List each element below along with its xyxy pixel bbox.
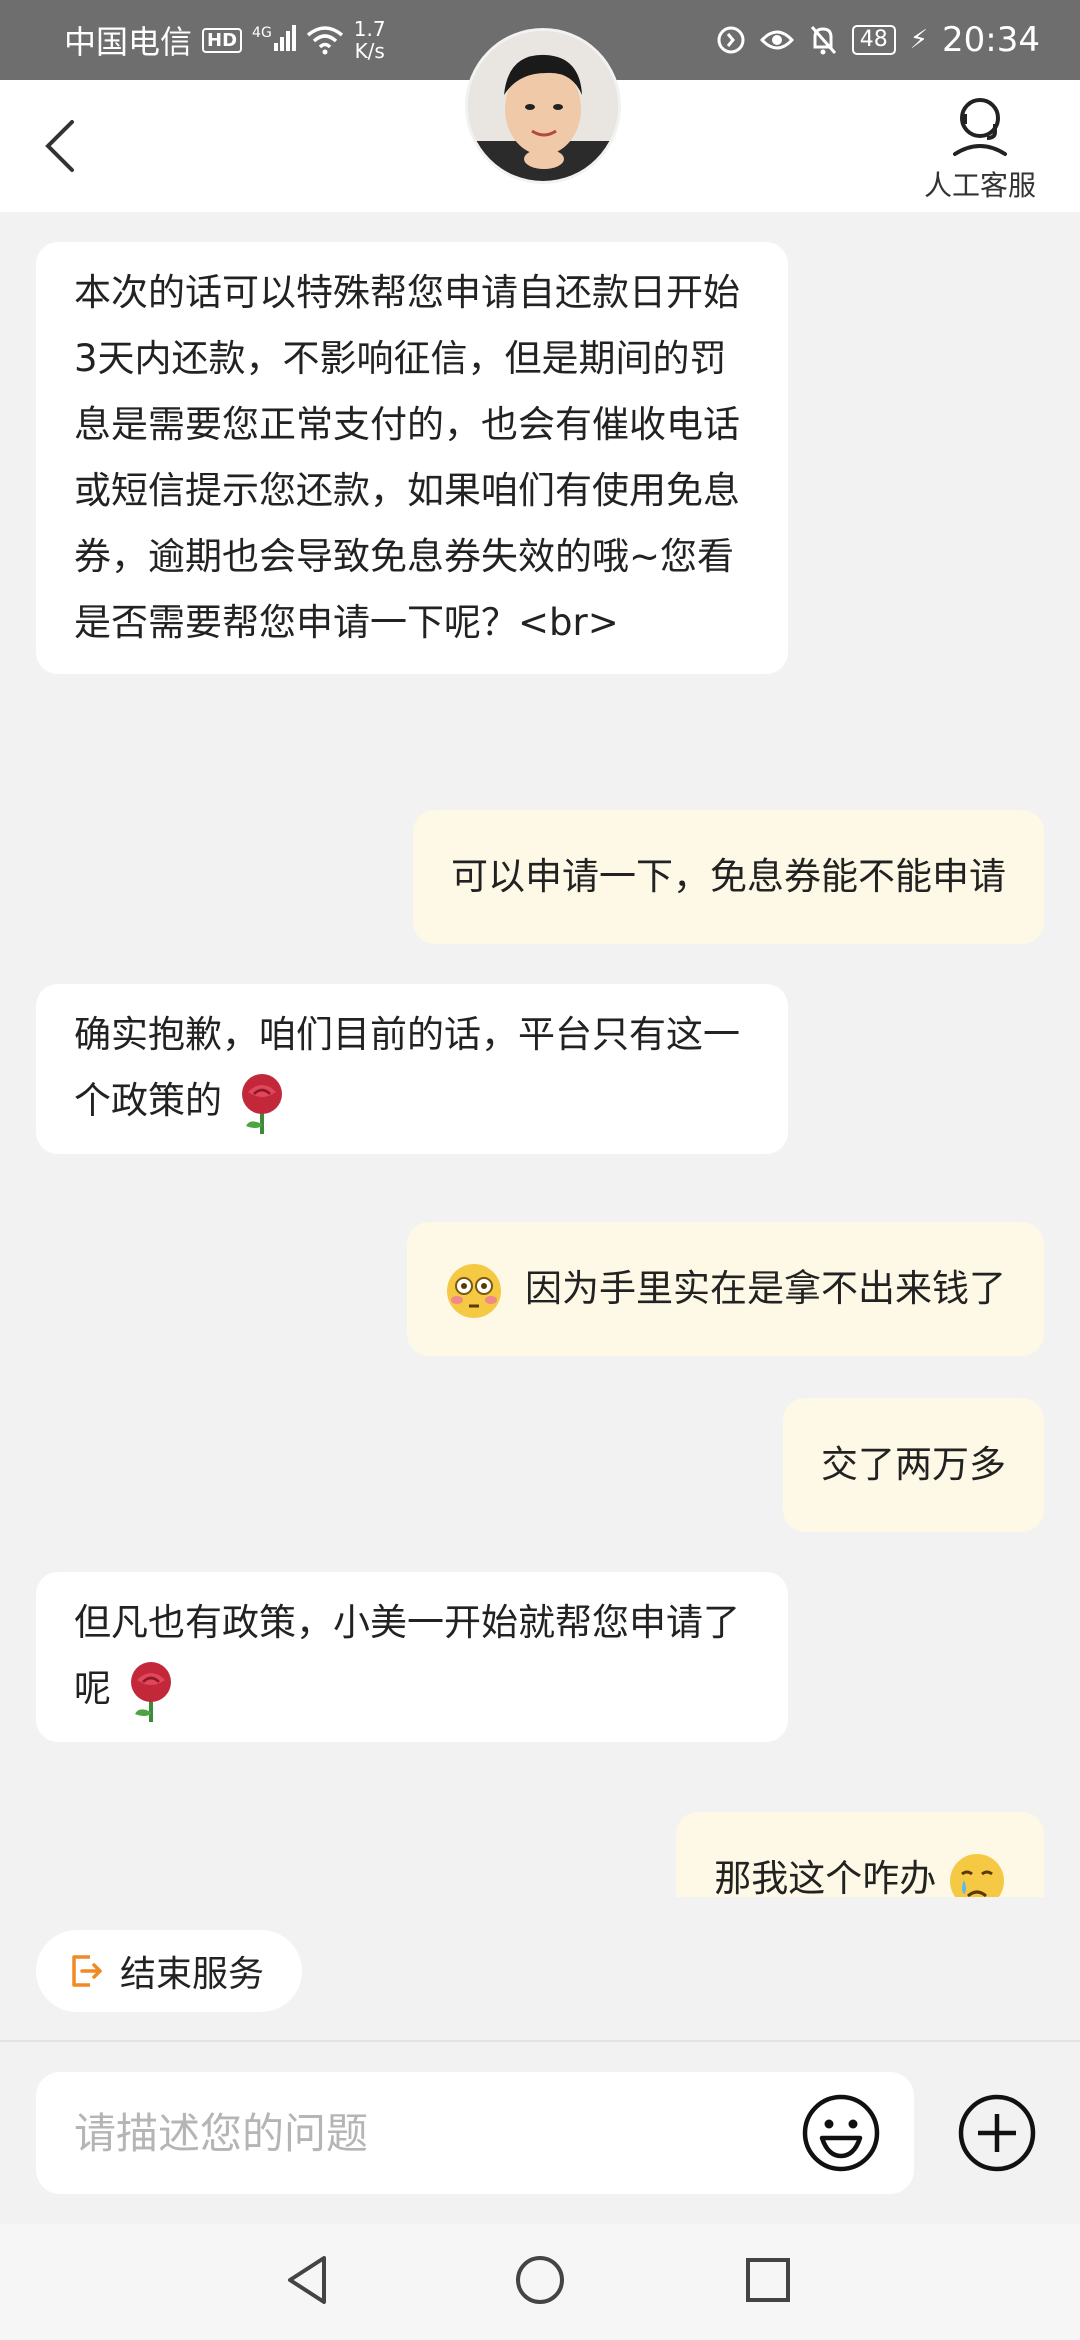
message-text: 本次的话可以特殊帮您申请自还款日开始3天内还款，不影响征信，但是期间的罚息是需要…: [74, 271, 740, 644]
message-text: 那我这个咋办: [714, 1857, 937, 1897]
battery-indicator: 48: [851, 25, 896, 55]
carrier-name: 中国电信: [64, 23, 193, 61]
crying-face-icon: [950, 1853, 1004, 1897]
headset-icon: [953, 98, 1007, 156]
message-text: 确实抱歉，咱们目前的话，平台只有这一个政策的: [74, 1013, 740, 1122]
message-input[interactable]: [36, 2072, 914, 2194]
message-bubble-user: 那我这个咋办: [676, 1812, 1044, 1897]
net-speed: 1.7 K/s: [354, 18, 386, 62]
nav-recents-icon[interactable]: [744, 2256, 792, 2304]
mute-bell-icon: [810, 26, 836, 55]
message-bubble-user: 交了两万多: [783, 1398, 1044, 1532]
data-saver-icon: [717, 26, 745, 54]
signal-tag: 4G: [252, 25, 272, 41]
eye-icon: [759, 30, 794, 50]
chat-list[interactable]: 本次的话可以特殊帮您申请自还款日开始3天内还款，不影响征信，但是期间的罚息是需要…: [0, 212, 1080, 1897]
human-agent-button[interactable]: 人工客服: [910, 94, 1050, 204]
message-text: 可以申请一下，免息券能不能申请: [451, 855, 1006, 898]
agent-avatar[interactable]: [465, 28, 621, 184]
nav-home-icon[interactable]: [514, 2254, 566, 2306]
message-text: 因为手里实在是拿不出来钱了: [525, 1267, 1006, 1310]
rose-icon: [241, 1073, 282, 1134]
end-service-label: 结束服务: [120, 1954, 265, 1995]
end-service-button[interactable]: 结束服务: [36, 1930, 302, 2012]
exit-icon: [72, 1955, 102, 1987]
net-speed-unit: K/s: [354, 39, 385, 63]
nav-back-icon[interactable]: [282, 2252, 332, 2308]
message-bubble-agent: 确实抱歉，咱们目前的话，平台只有这一个政策的: [36, 984, 788, 1154]
message-bubble-user: 因为手里实在是拿不出来钱了: [407, 1222, 1044, 1356]
back-icon[interactable]: [30, 110, 100, 180]
system-nav-bar: [0, 2224, 1080, 2340]
message-bubble-agent: 本次的话可以特殊帮您申请自还款日开始3天内还款，不影响征信，但是期间的罚息是需要…: [36, 242, 788, 674]
rose-icon: [130, 1661, 171, 1722]
hd-badge: HD: [202, 27, 243, 53]
composer-bar: [0, 2040, 1080, 2226]
status-left: 中国电信 HD 4G 1.7 K/s: [64, 0, 386, 80]
wifi-icon: [306, 26, 343, 55]
message-bubble-agent: 但凡也有政策，小美一开始就帮您申请了呢: [36, 1572, 788, 1742]
net-speed-value: 1.7: [353, 17, 386, 41]
smiley-icon[interactable]: [800, 2092, 882, 2174]
human-agent-label: 人工客服: [923, 169, 1036, 202]
avatar-image: [468, 31, 618, 181]
message-bubble-user: 可以申请一下，免息券能不能申请: [413, 810, 1044, 944]
signal-icon: 4G: [252, 25, 296, 51]
flushed-face-icon: [447, 1263, 502, 1318]
message-text: 交了两万多: [821, 1443, 1006, 1486]
status-right: 48 ⚡ 20:34: [716, 0, 1040, 80]
clock: 20:34: [942, 20, 1040, 60]
charging-icon: ⚡: [909, 25, 929, 55]
plus-circle-icon[interactable]: [956, 2092, 1038, 2174]
